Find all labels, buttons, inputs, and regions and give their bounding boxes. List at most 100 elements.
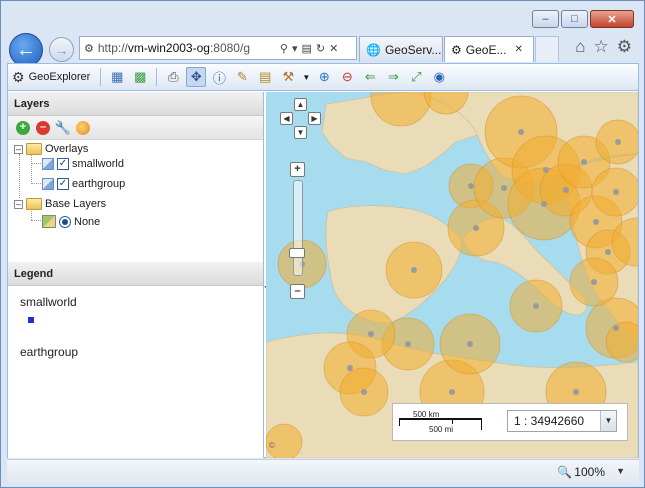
arrow-right-icon: → — [54, 41, 69, 58]
pan-east-icon[interactable]: ▶ — [308, 112, 321, 125]
layer-icon — [42, 158, 54, 170]
folder-icon — [26, 198, 42, 210]
info-icon[interactable]: ⓘ — [209, 67, 229, 87]
layer-item-smallworld[interactable]: ✓ smallworld — [42, 158, 124, 170]
compat-view-icon[interactable]: ▤ — [301, 42, 311, 55]
zoom-in-icon[interactable]: ⊕ — [314, 67, 334, 87]
publish-map-icon[interactable]: ▩ — [130, 67, 150, 87]
url-rest: :8080/g — [209, 41, 250, 55]
map-zoom-in-button[interactable]: + — [290, 162, 305, 177]
overlays-label: Overlays — [45, 143, 89, 155]
chevron-down-icon[interactable]: ▼ — [600, 411, 616, 431]
url-prefix: http:// — [97, 41, 128, 55]
smallworld-checkbox[interactable]: ✓ — [57, 158, 69, 170]
page-content: ⚙ GeoExplorer ▦ ▩ ⎙ ✥ ⓘ ✎ ▤ ⚒ ▼ ⊕ ⊖ ⇐ ⇒ … — [7, 63, 639, 458]
print-icon[interactable]: ⎙ — [163, 67, 183, 87]
measure-icon[interactable]: ✎ — [232, 67, 252, 87]
zoom-magnifier-icon: 🔍 — [557, 465, 573, 479]
map-zoom-out-button[interactable]: – — [290, 284, 305, 299]
minimize-button[interactable]: – — [532, 10, 559, 28]
collapse-icon[interactable]: – — [14, 199, 23, 209]
collapse-icon[interactable]: – — [14, 144, 23, 154]
address-bar[interactable]: ⚙ http://vm-win2003-og:8080/g ⚲ ▾ ▤ ↻ ✕ — [79, 36, 357, 60]
gear-icon[interactable]: ⚙ — [617, 37, 632, 57]
layer-properties-icon[interactable]: 🔧 — [55, 121, 71, 135]
base-layer-item-none[interactable]: None — [42, 215, 100, 228]
new-tab-button[interactable] — [535, 36, 559, 62]
legend-entry-smallworld: smallworld — [20, 295, 77, 309]
zoom-out-icon[interactable]: ⊖ — [337, 67, 357, 87]
browser-tools: ⌂ ☆ ⚙ — [575, 37, 632, 57]
zoom-slider-thumb[interactable] — [289, 248, 305, 258]
close-window-button[interactable]: ✕ — [590, 10, 634, 28]
edit-dropdown-icon[interactable]: ▼ — [301, 67, 311, 87]
pan-west-icon[interactable]: ◀ — [280, 112, 293, 125]
layer-styles-icon[interactable] — [76, 120, 90, 135]
layer-icon — [42, 178, 54, 190]
none-radio[interactable] — [59, 215, 71, 228]
site-gear-icon: ⚙ — [84, 42, 94, 55]
geoexplorer-gear-icon: ⚙ — [12, 68, 25, 85]
scale-value: 1 : 34942660 — [514, 414, 585, 428]
tab-title: GeoE... — [465, 42, 507, 57]
home-icon[interactable]: ⌂ — [575, 37, 585, 57]
zoom-to-extent-icon[interactable]: ⤢ — [406, 67, 426, 87]
overlays-folder[interactable]: – Overlays — [14, 143, 88, 155]
earthgroup-checkbox[interactable]: ✓ — [57, 178, 69, 190]
pan-north-icon[interactable]: ▲ — [294, 98, 307, 111]
toolbar-separator — [100, 68, 102, 86]
pan-icon[interactable]: ✥ — [186, 67, 207, 87]
globe-icon[interactable]: ◉ — [429, 67, 449, 87]
folder-icon — [26, 143, 42, 155]
zoom-slider-track[interactable] — [293, 180, 303, 276]
search-icon[interactable]: ⚲ — [280, 42, 288, 55]
scale-select[interactable]: 1 : 34942660 ▼ — [507, 410, 617, 432]
arrow-left-icon: ← — [16, 38, 36, 61]
zoom-value: 100% — [574, 465, 605, 479]
next-extent-icon[interactable]: ⇒ — [383, 67, 403, 87]
add-layer-icon[interactable]: + — [16, 120, 30, 135]
app-title[interactable]: ⚙ GeoExplorer — [12, 69, 94, 86]
window-controls: – □ ✕ — [532, 10, 634, 28]
scale-km-label: 500 km — [413, 410, 440, 419]
base-layers-folder[interactable]: – Base Layers — [14, 198, 106, 210]
legend-body: smallworld earthgroup — [8, 286, 263, 458]
layer-tree: – Overlays ✓ smallworld ✓ earthgroup – B… — [8, 140, 263, 262]
remove-layer-icon[interactable]: – — [36, 120, 50, 135]
zoom-level[interactable]: 🔍 100% — [557, 465, 605, 479]
save-map-icon[interactable]: ▦ — [107, 67, 127, 87]
tab-geoexplorer[interactable]: ⚙ GeoE... ✕ — [444, 36, 534, 62]
map-viewport[interactable]: ▲ ◀ ▶ ▼ + – 500 km 500 mi 1 : 34942660 ▼… — [266, 92, 638, 458]
layer-item-earthgroup[interactable]: ✓ earthgroup — [42, 178, 125, 190]
scale-mi-label: 500 mi — [429, 425, 454, 434]
pan-south-icon[interactable]: ▼ — [294, 126, 307, 139]
layers-panel-title: Layers — [8, 92, 263, 116]
legend-swatch — [28, 317, 34, 323]
dropdown-arrow-icon[interactable]: ▾ — [292, 42, 298, 55]
forward-button[interactable]: → — [49, 37, 74, 62]
gear-favicon-icon: ⚙ — [451, 42, 462, 57]
zoom-dropdown-icon[interactable]: ▼ — [616, 466, 625, 476]
edit-icon[interactable]: ⚒ — [278, 67, 298, 87]
stop-icon[interactable]: ✕ — [329, 42, 338, 55]
base-layers-label: Base Layers — [45, 198, 107, 210]
close-tab-icon[interactable]: ✕ — [514, 44, 522, 55]
previous-extent-icon[interactable]: ⇐ — [360, 67, 380, 87]
left-panel: Layers + – 🔧 – Overlays ✓ smallworld ✓ e… — [8, 92, 264, 458]
tab-geoserver[interactable]: 🌐 GeoServ... — [359, 36, 443, 62]
geoserver-favicon-icon: 🌐 — [366, 42, 381, 57]
address-url[interactable]: http://vm-win2003-og:8080/g — [98, 41, 276, 55]
browser-window: – □ ✕ ← → ⚙ http://vm-win2003-og:8080/g … — [0, 0, 645, 488]
scale-bar-end — [481, 418, 482, 430]
star-icon[interactable]: ☆ — [594, 37, 609, 57]
app-toolbar: ⚙ GeoExplorer ▦ ▩ ⎙ ✥ ⓘ ✎ ▤ ⚒ ▼ ⊕ ⊖ ⇐ ⇒ … — [8, 64, 638, 91]
query-icon[interactable]: ▤ — [255, 67, 275, 87]
scale-box: 500 km 500 mi 1 : 34942660 ▼ — [392, 403, 628, 441]
maximize-button[interactable]: □ — [561, 10, 588, 28]
base-layer-icon — [42, 215, 56, 228]
layers-toolbar: + – 🔧 — [8, 116, 263, 140]
copyright-icon: © — [269, 441, 275, 450]
layer-label: smallworld — [72, 158, 124, 170]
refresh-icon[interactable]: ↻ — [316, 42, 325, 55]
back-button[interactable]: ← — [9, 33, 43, 67]
